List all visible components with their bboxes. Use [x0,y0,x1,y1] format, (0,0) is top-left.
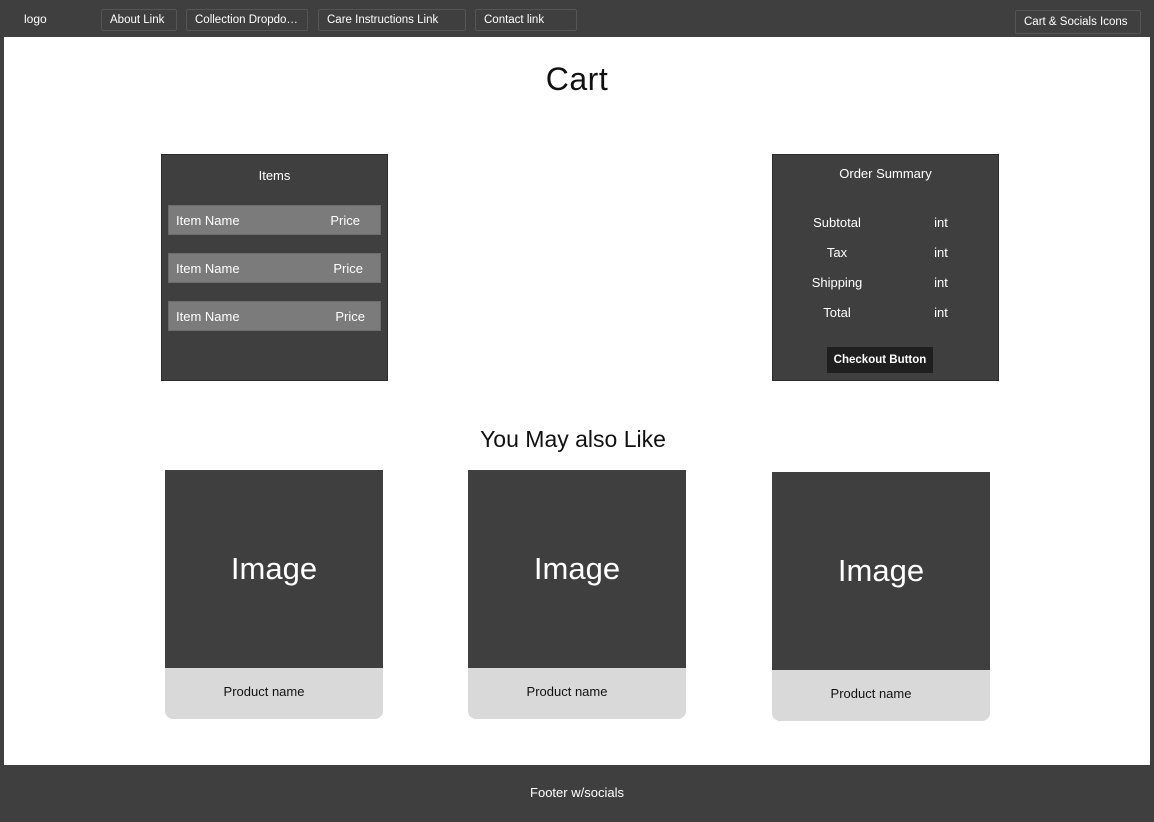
summary-row-subtotal: Subtotal int [773,215,998,231]
item-price: Price [335,309,365,324]
summary-row-total: Total int [773,305,998,321]
product-card[interactable]: Image Product name [772,472,990,721]
summary-label: Tax [826,245,848,260]
logo[interactable]: logo [24,12,47,26]
item-price: Price [333,261,363,276]
product-name[interactable]: Product name [165,668,383,719]
nav-collection-dropdown[interactable]: Collection Dropdown [186,9,308,31]
nav-about-link[interactable]: About Link [101,9,177,31]
summary-row-tax: Tax int [773,245,998,261]
order-summary-title: Order Summary [839,166,932,181]
items-panel: Items Item Name Price Item Name Price It… [161,154,388,381]
cart-item-row[interactable]: Item Name Price [168,253,381,283]
summary-label: Total [823,305,851,320]
cart-item-row[interactable]: Item Name Price [168,205,381,235]
main-content: Cart Items Item Name Price Item Name Pri… [4,37,1150,765]
item-name: Item Name [176,213,240,228]
item-price: Price [330,213,360,228]
items-panel-title: Items [258,168,291,183]
recommendations-title: You May also Like [480,426,666,452]
summary-value: int [934,215,948,230]
product-card[interactable]: Image Product name [468,470,686,719]
item-name: Item Name [176,261,240,276]
summary-value: int [934,305,948,320]
checkout-button[interactable]: Checkout Button [827,347,933,373]
summary-value: int [934,275,948,290]
footer: Footer w/socials [4,765,1150,818]
product-image-placeholder[interactable]: Image [468,470,686,668]
page-frame: logo About Link Collection Dropdown Care… [0,0,1154,822]
summary-row-shipping: Shipping int [773,275,998,291]
summary-label: Shipping [811,275,863,290]
summary-value: int [934,245,948,260]
product-name[interactable]: Product name [468,668,686,719]
product-image-placeholder[interactable]: Image [165,470,383,668]
nav-care-instructions-link[interactable]: Care Instructions Link [318,9,466,31]
cart-item-row[interactable]: Item Name Price [168,301,381,331]
product-card[interactable]: Image Product name [165,470,383,719]
summary-label: Subtotal [813,215,861,230]
page-title: Cart [545,61,609,97]
cart-socials-icons[interactable]: Cart & Socials Icons [1015,10,1141,34]
product-name[interactable]: Product name [772,670,990,721]
product-image-placeholder[interactable]: Image [772,472,990,670]
item-name: Item Name [176,309,240,324]
nav-contact-link[interactable]: Contact link [475,9,577,31]
order-summary-panel: Order Summary Subtotal int Tax int Shipp… [772,154,999,381]
top-nav: logo About Link Collection Dropdown Care… [4,4,1150,36]
